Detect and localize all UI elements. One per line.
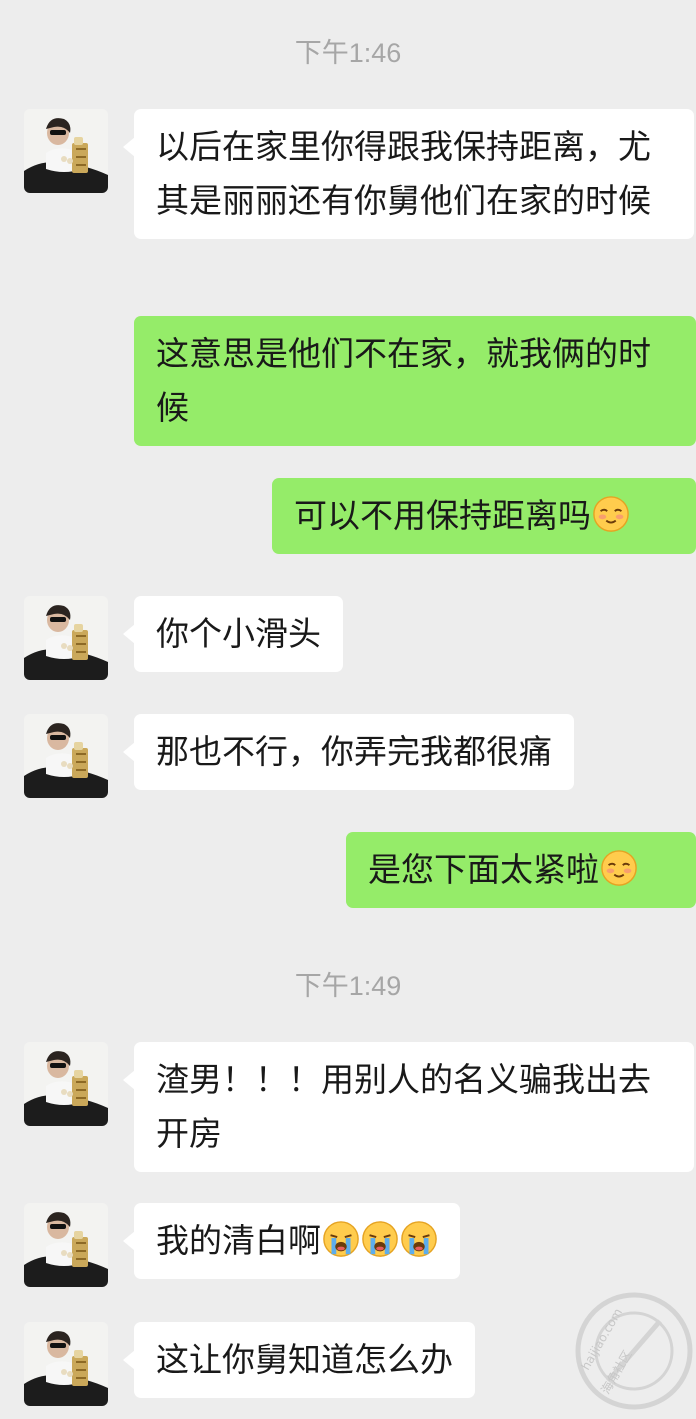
avatar-image bbox=[24, 1042, 108, 1126]
outgoing-message-bubble[interactable]: 是您下面太紧啦 bbox=[346, 832, 696, 908]
timestamp: 下午1:46 bbox=[294, 38, 402, 68]
crying-emoji-icon bbox=[361, 1220, 399, 1258]
message-text: 是您下面太紧啦 bbox=[368, 850, 599, 889]
outgoing-message-bubble[interactable]: 可以不用保持距离吗 bbox=[272, 478, 696, 554]
contact-avatar[interactable] bbox=[24, 596, 108, 680]
contact-avatar[interactable] bbox=[24, 1042, 108, 1126]
contact-avatar[interactable] bbox=[24, 1203, 108, 1287]
outgoing-message-bubble[interactable]: 这意思是他们不在家，就我俩的时候 bbox=[134, 316, 696, 446]
incoming-message-bubble[interactable]: 我的清白啊 bbox=[123, 1203, 460, 1279]
incoming-message-bubble[interactable]: 这让你舅知道怎么办 bbox=[123, 1322, 475, 1398]
message-text: 这让你舅知道怎么办 bbox=[156, 1340, 453, 1379]
incoming-message-bubble[interactable]: 那也不行，你弄完我都很痛 bbox=[123, 714, 574, 790]
timestamp: 下午1:49 bbox=[294, 971, 402, 1001]
avatar-image bbox=[24, 714, 108, 798]
message-text: 可以不用保持距离吗 bbox=[294, 496, 591, 535]
message-text: 以后在家里你得跟我保持距离，尤其是丽丽还有你舅他们在家的时候 bbox=[156, 127, 651, 220]
shy-smile-emoji-icon bbox=[592, 495, 630, 533]
avatar-image bbox=[24, 596, 108, 680]
watermark-logo: haijiao.com 海角社区 bbox=[575, 1292, 693, 1410]
incoming-message-bubble[interactable]: 你个小滑头 bbox=[123, 596, 343, 672]
message-text: 我的清白啊 bbox=[156, 1221, 321, 1260]
crying-emoji-icon bbox=[400, 1220, 438, 1258]
incoming-message-bubble[interactable]: 以后在家里你得跟我保持距离，尤其是丽丽还有你舅他们在家的时候 bbox=[123, 109, 694, 239]
avatar-image bbox=[24, 1322, 108, 1406]
contact-avatar[interactable] bbox=[24, 1322, 108, 1406]
message-text: 你个小滑头 bbox=[156, 614, 321, 653]
avatar-image bbox=[24, 1203, 108, 1287]
shy-smile-emoji-icon bbox=[600, 849, 638, 887]
message-text: 渣男！！！用别人的名义骗我出去开房 bbox=[156, 1060, 651, 1153]
contact-avatar[interactable] bbox=[24, 714, 108, 798]
avatar-image bbox=[24, 109, 108, 193]
contact-avatar[interactable] bbox=[24, 109, 108, 193]
incoming-message-bubble[interactable]: 渣男！！！用别人的名义骗我出去开房 bbox=[123, 1042, 694, 1172]
crying-emoji-icon bbox=[322, 1220, 360, 1258]
chat-window: 下午1:46 以后在家里你得跟我保持距离，尤其是丽丽还有你舅他们在家的时候 这意… bbox=[0, 0, 696, 1419]
message-text: 那也不行，你弄完我都很痛 bbox=[156, 732, 552, 771]
message-text: 这意思是他们不在家，就我俩的时候 bbox=[156, 334, 651, 427]
